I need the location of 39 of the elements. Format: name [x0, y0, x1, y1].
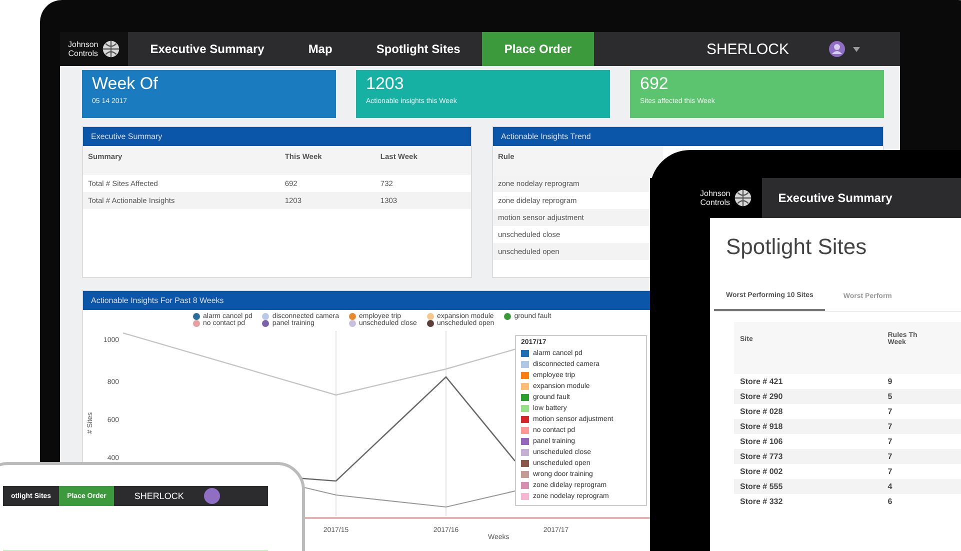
table-cell: Store # 773 [734, 449, 882, 464]
nav-tab[interactable]: Executive Summary [128, 32, 286, 66]
nav-tab[interactable]: Executive Summary [762, 178, 908, 218]
table-cell: Store # 028 [734, 404, 882, 419]
table-cell: 7 [882, 419, 961, 434]
brand-logo-text: SHERLOCK [705, 40, 790, 60]
table-cell: Store # 002 [734, 464, 882, 479]
nav-tab[interactable]: Place Order [482, 32, 594, 66]
panel-title: Executive Summary [83, 127, 471, 146]
table-cell: Store # 290 [734, 389, 882, 404]
logo-text: Controls [68, 49, 98, 58]
card-value: 1203 [366, 74, 405, 94]
table-cell: Store # 421 [734, 374, 882, 389]
table-cell: 7 [882, 404, 961, 419]
panel-title: Actionable Insights Trend [493, 127, 883, 146]
brand-logo-text: SHERLOCK [133, 490, 185, 503]
table-cell: 7 [882, 434, 961, 449]
table-cell: 5 [882, 389, 961, 404]
table-cell: 7 [882, 449, 961, 464]
logo-text: Johnson [700, 189, 730, 198]
avatar-icon[interactable] [829, 41, 845, 57]
page-title: Spotlight Sites [725, 233, 868, 260]
table-cell: 9 [882, 374, 961, 389]
table-cell: Store # 555 [734, 479, 882, 494]
table-cell: Store # 918 [734, 419, 882, 434]
nav-tab[interactable]: Map [286, 32, 354, 66]
globe-logo-icon [102, 40, 120, 58]
nav-tab[interactable]: Spotlight Sites [354, 32, 482, 66]
table-cell: 6 [882, 494, 961, 509]
table-cell: Store # 106 [734, 434, 882, 449]
card-value: Week Of [92, 74, 159, 94]
table-cell: Store # 332 [734, 494, 882, 509]
logo-text: Johnson [68, 40, 98, 49]
table-cell: 7 [882, 464, 961, 479]
globe-logo-icon [734, 189, 752, 207]
logo-text: Controls [700, 198, 730, 207]
caret-icon[interactable] [853, 46, 860, 52]
card-value: 692 [640, 74, 670, 94]
table-cell: 4 [882, 479, 961, 494]
